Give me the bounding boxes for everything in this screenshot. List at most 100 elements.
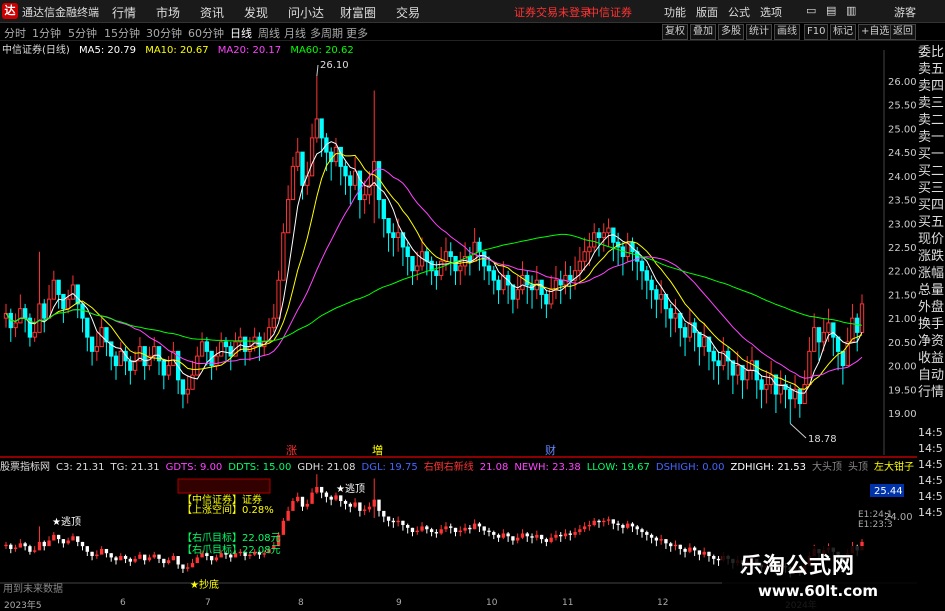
period-1min[interactable]: 1分钟 bbox=[32, 25, 61, 41]
side-panel-item[interactable]: 现价 bbox=[918, 231, 945, 248]
side-panel-item[interactable]: 总量 bbox=[918, 282, 945, 299]
bottom-buy-label: ★抄底 bbox=[190, 578, 219, 591]
side-panel-item[interactable]: 收益 bbox=[918, 350, 945, 367]
menu-function[interactable]: 功能 bbox=[664, 4, 686, 20]
sub-candle-body bbox=[716, 558, 721, 561]
side-panel-item[interactable]: 买三 bbox=[918, 180, 945, 197]
side-panel-item[interactable]: 卖二 bbox=[918, 112, 945, 129]
sub-candle-body bbox=[482, 526, 486, 531]
side-panel-item[interactable]: 卖三 bbox=[918, 95, 945, 112]
sub-candle-body bbox=[286, 510, 290, 521]
candle-body bbox=[348, 175, 353, 186]
period-60min[interactable]: 60分钟 bbox=[188, 25, 224, 41]
sub-candle-body bbox=[362, 509, 367, 511]
btn-mark[interactable]: 标记 bbox=[830, 24, 856, 40]
candle-body bbox=[142, 346, 147, 367]
indicator-value: GDH: 21.08 bbox=[297, 462, 356, 471]
btn-add-watchlist[interactable]: +自选 bbox=[858, 24, 893, 40]
menu-options[interactable]: 选项 bbox=[760, 4, 782, 20]
indicator-value: 左大钳子 bbox=[873, 462, 914, 471]
side-panel-item[interactable]: 卖四 bbox=[918, 78, 945, 95]
sub-candle-body bbox=[305, 503, 309, 507]
candle-body bbox=[438, 260, 444, 276]
broker-name-link[interactable]: 中信证券 bbox=[588, 4, 632, 20]
side-panel-item[interactable]: 买四 bbox=[918, 197, 945, 214]
btn-back[interactable]: 返回 bbox=[890, 24, 916, 40]
menu-layout[interactable]: 版面 bbox=[696, 4, 718, 20]
menu-formula[interactable]: 公式 bbox=[728, 4, 750, 20]
sub-candle-body bbox=[23, 543, 27, 547]
side-panel-item[interactable]: 涨跌 bbox=[918, 248, 945, 265]
btn-f10[interactable]: F10 bbox=[804, 24, 829, 40]
sub-candle-body bbox=[463, 527, 467, 531]
price-chart[interactable]: 26.00 25.50 25.00 24.50 24.00 23.50 23.00 22.50… bbox=[0, 40, 917, 598]
side-panel-item[interactable]: 卖五 bbox=[918, 61, 945, 78]
candle-body bbox=[290, 165, 296, 201]
sub-candle-body bbox=[377, 499, 381, 511]
menu-wenxiaoda[interactable]: 问小达 bbox=[288, 4, 324, 21]
sub-candle-body bbox=[18, 543, 23, 548]
app-title: 通达信金融终端 bbox=[22, 6, 99, 19]
period-5min[interactable]: 5分钟 bbox=[68, 25, 97, 41]
side-panel-item[interactable]: 卖一 bbox=[918, 129, 945, 146]
candle-body bbox=[214, 355, 219, 367]
period-daily[interactable]: 日线 bbox=[230, 25, 252, 41]
menu-wealth-circle[interactable]: 财富圈 bbox=[340, 4, 376, 21]
period-15min[interactable]: 15分钟 bbox=[104, 25, 140, 41]
side-panel-item[interactable]: 净资 bbox=[918, 333, 945, 350]
side-panel-item[interactable]: 买二 bbox=[918, 163, 945, 180]
candle-body bbox=[128, 360, 133, 371]
period-weekly[interactable]: 周线 bbox=[258, 25, 280, 41]
candle-body bbox=[381, 199, 386, 220]
window-restore-icon[interactable]: ▥ bbox=[846, 4, 856, 17]
guest-label[interactable]: 游客 bbox=[894, 4, 916, 20]
sub-candle-body bbox=[630, 523, 635, 527]
side-panel-item[interactable]: 换手 bbox=[918, 316, 945, 333]
sub-candle-body bbox=[697, 550, 702, 555]
sub-candle-body bbox=[329, 496, 333, 500]
menu-trade[interactable]: 交易 bbox=[396, 4, 420, 21]
period-more[interactable]: 更多 bbox=[346, 25, 368, 41]
side-panel-item[interactable]: 自动 bbox=[918, 367, 945, 384]
ma60-line bbox=[5, 233, 863, 342]
candle-body bbox=[51, 279, 56, 300]
candle-body bbox=[697, 331, 702, 348]
broker-login-link[interactable]: 证券交易未登录 bbox=[514, 4, 591, 20]
candle-body bbox=[601, 232, 606, 239]
menu-news[interactable]: 资讯 bbox=[200, 4, 224, 21]
window-layout-icon[interactable]: ▤ bbox=[826, 4, 836, 17]
side-panel-item[interactable]: 行情 bbox=[918, 384, 945, 401]
period-monthly[interactable]: 月线 bbox=[284, 25, 306, 41]
sub-candle-body bbox=[396, 520, 400, 523]
menu-discover[interactable]: 发现 bbox=[244, 4, 268, 21]
high-arrow bbox=[316, 64, 319, 77]
sub-candle-body bbox=[712, 556, 716, 559]
menu-market[interactable]: 市场 bbox=[156, 4, 180, 21]
btn-adjust[interactable]: 复权 bbox=[662, 24, 688, 40]
btn-multi-stock[interactable]: 多股 bbox=[718, 24, 744, 40]
side-panel-item[interactable]: 委比 bbox=[918, 44, 945, 61]
side-panel-item[interactable]: 涨幅 bbox=[918, 265, 945, 282]
sub-candle-body bbox=[382, 510, 386, 517]
sub-axis-time-2: E1:23:3 bbox=[858, 520, 893, 530]
window-minimize-icon[interactable]: ▭ bbox=[806, 4, 816, 17]
candle-body bbox=[70, 284, 76, 300]
menu-quotes[interactable]: 行情 bbox=[112, 4, 136, 21]
price-tick-label: 19.50 bbox=[888, 385, 917, 396]
sub-candle-body bbox=[563, 533, 568, 537]
side-panel-item[interactable]: 外盘 bbox=[918, 299, 945, 316]
candle-body bbox=[424, 251, 430, 262]
side-panel-item[interactable]: 买一 bbox=[918, 146, 945, 163]
candle-body bbox=[152, 346, 157, 357]
info-target-1: 【右爪目标】22.08元 bbox=[182, 531, 281, 544]
period-multi[interactable]: 多周期 bbox=[310, 25, 343, 41]
btn-draw[interactable]: 画线 bbox=[774, 24, 800, 40]
btn-overlay[interactable]: 叠加 bbox=[690, 24, 716, 40]
btn-stats[interactable]: 统计 bbox=[746, 24, 772, 40]
sub-candle-body bbox=[52, 534, 56, 541]
sub-candle-body bbox=[506, 533, 510, 537]
period-30min[interactable]: 30分钟 bbox=[146, 25, 182, 41]
sub-candle-body bbox=[104, 548, 109, 554]
period-intraday[interactable]: 分时 bbox=[4, 25, 26, 41]
side-panel-item[interactable]: 买五 bbox=[918, 214, 945, 231]
